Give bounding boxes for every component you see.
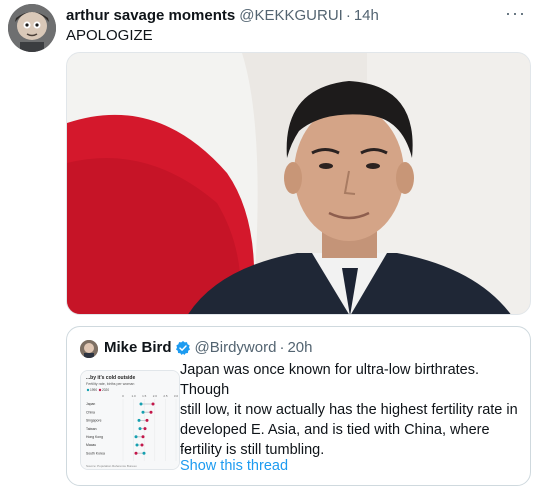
verified-badge-icon	[175, 340, 190, 355]
thumb-tick-label: 1.5	[142, 394, 147, 398]
quoted-separator-dot: ·	[279, 339, 285, 356]
separator-dot: ·	[345, 7, 351, 24]
thumb-tick-label: 1.0	[132, 394, 137, 398]
avatar-image	[8, 4, 56, 52]
thumb-row-label: Japan	[86, 402, 95, 406]
quoted-body-ellipsis: ...	[180, 439, 193, 455]
author-display-name[interactable]: arthur savage moments	[66, 7, 235, 24]
thumb-dot-1990	[139, 402, 143, 406]
thumb-dot-2020	[140, 443, 144, 447]
author-handle[interactable]: @KEKKGURUI	[239, 7, 343, 24]
thumb-chart-footer: Source: Population Reference Bureau	[86, 464, 137, 468]
thumb-tick-label: 3.0	[174, 394, 179, 398]
quoted-body-line: still low, it now actually has the highe…	[180, 402, 518, 418]
thumb-legend-2020: 2020	[102, 388, 109, 392]
thumb-dot-1990	[135, 443, 139, 447]
quoted-avatar-image	[80, 340, 98, 358]
avatar[interactable]	[8, 4, 56, 52]
quoted-author-handle[interactable]: @Birdyword	[195, 339, 277, 356]
thumb-tick-label: 2.5	[163, 394, 168, 398]
photo-image	[67, 53, 530, 314]
quoted-tweet-thumbnail[interactable]: ...by it's cold outside Fertility rate, …	[80, 370, 180, 470]
thumb-dot-1990	[137, 418, 141, 422]
quoted-tweet-body: Japan was once known for ultra-low birth…	[180, 360, 525, 460]
thumb-row-label: Macau	[86, 443, 96, 447]
quoted-tweet-timestamp[interactable]: 20h	[287, 339, 312, 356]
tweet-header: arthur savage moments @KEKKGURUI · 14h ·…	[66, 3, 526, 27]
thumb-row-label: Hong Kong	[86, 435, 103, 439]
quoted-body-line: Japan was once known for ultra-low birth…	[180, 362, 480, 398]
thumb-legend-1990: 1990	[90, 388, 97, 392]
more-options-icon[interactable]: ···	[505, 3, 526, 24]
quoted-author-avatar[interactable]	[80, 340, 98, 358]
thumb-tick-label: 2.0	[153, 394, 158, 398]
quoted-author-display-name[interactable]: Mike Bird	[104, 339, 172, 356]
thumb-dot-2020	[134, 451, 138, 455]
quoted-tweet-card[interactable]: Mike Bird @Birdyword · 20h ...by it's co…	[66, 326, 531, 486]
thumb-dot-1990	[134, 435, 138, 439]
quoted-body-line: fertility is still tumbling.	[180, 442, 325, 458]
quoted-tweet-header: Mike Bird @Birdyword · 20h	[104, 339, 312, 356]
thumb-row-label: China	[86, 410, 95, 414]
show-this-thread-link[interactable]: Show this thread	[180, 458, 288, 474]
quoted-body-line: developed E. Asia, and is tied with Chin…	[180, 422, 490, 438]
thumb-row-label: Taiwan	[86, 427, 97, 431]
thumb-dot-1990	[141, 410, 145, 414]
thumb-dot-2020	[141, 435, 145, 439]
thumb-dot-2020	[143, 427, 147, 431]
thumb-chart-title: ...by it's cold outside	[86, 375, 135, 381]
thumb-dot-2020	[149, 410, 153, 414]
thumbnail-chart: ...by it's cold outside Fertility rate, …	[81, 371, 179, 469]
thumb-row-label: Singapore	[86, 419, 102, 423]
thumb-dot-1990	[138, 427, 142, 431]
thumb-dot-2020	[145, 418, 149, 422]
tweet-timestamp[interactable]: 14h	[354, 7, 379, 24]
thumb-chart-subtitle: Fertility rate, births per woman	[86, 382, 134, 386]
tweet-text: APOLOGIZE	[66, 27, 153, 44]
thumb-row-label: South Korea	[86, 451, 105, 455]
thumb-dot-1990	[142, 451, 146, 455]
tweet-media-photo[interactable]	[66, 52, 531, 315]
thumb-dot-2020	[151, 402, 155, 406]
